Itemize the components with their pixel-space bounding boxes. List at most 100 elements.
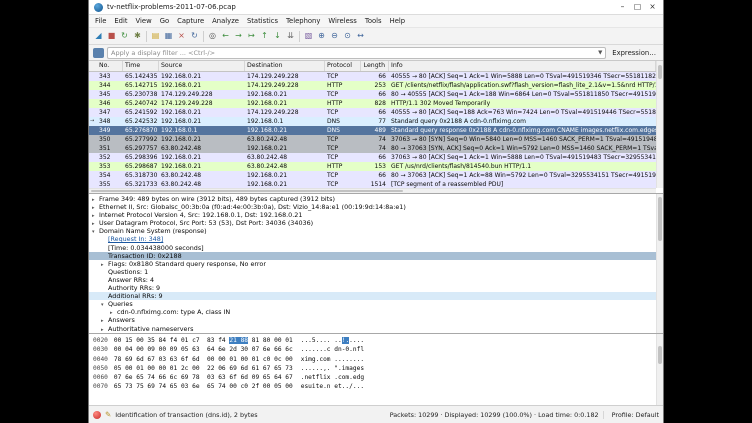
close-file-icon[interactable]: × [175, 28, 188, 44]
column-header-source[interactable]: Source [159, 61, 245, 71]
detail-text: Additional RRs: 9 [108, 292, 163, 300]
zoom-original-icon[interactable]: ⊙ [341, 28, 354, 44]
detail-line[interactable]: Questions: 1 [89, 268, 656, 276]
collapse-icon[interactable]: ▾ [92, 228, 99, 236]
detail-line[interactable]: ▸Answers [89, 316, 656, 324]
open-file-icon[interactable]: ▤ [149, 28, 162, 44]
find-packet-icon[interactable]: ◎ [206, 28, 219, 44]
detail-line[interactable]: Authority RRs: 9 [89, 284, 656, 292]
expert-info-icon[interactable] [93, 411, 101, 419]
detail-text: Questions: 1 [108, 268, 148, 276]
packet-row-354[interactable]: 35465.31873063.80.242.48192.168.0.21TCP6… [89, 171, 656, 180]
detail-line[interactable]: Answer RRs: 4 [89, 276, 656, 284]
menu-help[interactable]: Help [386, 17, 410, 25]
expression-button[interactable]: Expression… [609, 49, 659, 57]
detail-line[interactable]: ▸cdn-0.nflximg.com: type A, class IN [89, 308, 656, 316]
menu-wireless[interactable]: Wireless [324, 17, 360, 25]
column-header-destination[interactable]: Destination [245, 61, 325, 71]
colorize-icon[interactable]: ▧ [302, 28, 315, 44]
save-file-icon[interactable]: ▦ [162, 28, 175, 44]
minimize-button[interactable]: – [615, 0, 630, 14]
menu-tools[interactable]: Tools [361, 17, 386, 25]
go-forward-icon[interactable]: → [232, 28, 245, 44]
zoom-in-icon[interactable]: ⊕ [315, 28, 328, 44]
maximize-button[interactable]: □ [630, 0, 645, 14]
packet-list-vertical-scrollbar[interactable] [656, 61, 663, 188]
menu-file[interactable]: File [91, 17, 110, 25]
bytes-vertical-scrollbar[interactable] [656, 334, 663, 405]
column-header-no[interactable]: No. [97, 61, 123, 71]
packet-row-355[interactable]: 35565.32173363.80.242.48192.168.0.21TCP1… [89, 180, 656, 188]
reload-file-icon[interactable]: ↻ [188, 28, 201, 44]
hex-row[interactable]: 007065 73 75 69 74 65 03 6e 65 74 00 c0 … [89, 382, 656, 391]
menu-capture[interactable]: Capture [173, 17, 208, 25]
status-profile[interactable]: Profile: Default [603, 411, 659, 419]
detail-line[interactable]: ▸Internet Protocol Version 4, Src: 192.1… [89, 211, 656, 219]
detail-line[interactable]: ▸Flags: 0x8180 Standard query response, … [89, 260, 656, 268]
capture-options-icon[interactable]: ✱ [131, 28, 144, 44]
packet-row-343[interactable]: 34365.142435192.168.0.21174.129.249.228T… [89, 72, 656, 81]
zoom-out-icon[interactable]: ⊖ [328, 28, 341, 44]
detail-line[interactable]: ▸Frame 349: 489 bytes on wire (3912 bits… [89, 195, 656, 203]
detail-line[interactable]: [Time: 0.034438000 seconds] [89, 244, 656, 252]
detail-line[interactable]: ▸User Datagram Protocol, Src Port: 53 (5… [89, 219, 656, 227]
detail-line[interactable]: Additional RRs: 9 [89, 292, 656, 300]
column-header-protocol[interactable]: Protocol [325, 61, 361, 71]
hex-offset: 0070 [89, 383, 108, 390]
column-header-info[interactable]: Info [389, 61, 656, 71]
restart-capture-icon[interactable]: ↻ [118, 28, 131, 44]
hex-row[interactable]: 003000 04 00 09 00 09 05 63 64 6e 2d 30 … [89, 345, 656, 354]
detail-line[interactable]: ▾Domain Name System (response) [89, 227, 656, 235]
menu-view[interactable]: View [132, 17, 156, 25]
filter-bookmark-icon[interactable] [93, 48, 104, 58]
packet-row-349[interactable]: 34965.276870192.168.0.1192.168.0.21DNS48… [89, 126, 656, 135]
menu-analyze[interactable]: Analyze [208, 17, 243, 25]
detail-line[interactable]: [Request In: 348] [89, 235, 656, 243]
packet-row-348[interactable]: →34865.242532192.168.0.21192.168.0.1DNS7… [89, 117, 656, 126]
go-to-packet-icon[interactable]: ↦ [245, 28, 258, 44]
packet-row-346[interactable]: 34665.240742174.129.249.228192.168.0.21H… [89, 99, 656, 108]
detail-line[interactable]: ▸Authoritative nameservers [89, 325, 656, 333]
scrollbar-thumb[interactable] [658, 65, 662, 79]
hex-offset: 0030 [89, 346, 108, 353]
resize-columns-icon[interactable]: ↔ [354, 28, 367, 44]
go-back-icon[interactable]: ← [219, 28, 232, 44]
detail-line[interactable]: ▾Queries [89, 300, 656, 308]
display-filter-input[interactable]: Apply a display filter ... <Ctrl-/> ▼ [107, 47, 606, 59]
close-button[interactable]: × [645, 0, 660, 14]
menu-telephony[interactable]: Telephony [282, 17, 324, 25]
column-header-length[interactable]: Length [361, 61, 389, 71]
column-header-time[interactable]: Time [123, 61, 159, 71]
capture-comment-icon[interactable]: ✎ [105, 410, 111, 419]
hex-row[interactable]: 006007 6e 65 74 66 6c 69 78 03 63 6f 6d … [89, 373, 656, 382]
menu-edit[interactable]: Edit [110, 17, 131, 25]
packet-row-350[interactable]: 35065.277992192.168.0.2163.80.242.48TCP7… [89, 135, 656, 144]
expand-icon[interactable]: ▸ [101, 326, 108, 334]
start-capture-icon[interactable]: ◢ [92, 28, 105, 44]
scrollbar-thumb[interactable] [658, 346, 662, 364]
scrollbar-thumb[interactable] [658, 197, 662, 241]
detail-line[interactable]: ▸Ethernet II, Src: Globalsc_00:3b:0a (f0… [89, 203, 656, 211]
packet-row-347[interactable]: 34765.241592192.168.0.21174.129.249.228T… [89, 108, 656, 117]
auto-scroll-icon[interactable]: ⇊ [284, 28, 297, 44]
hex-row[interactable]: 004078 69 6d 67 03 63 6f 6d 00 00 01 00 … [89, 355, 656, 364]
packet-row-345[interactable]: 34565.230738174.129.249.228192.168.0.21T… [89, 90, 656, 99]
go-last-packet-icon[interactable]: ↓ [271, 28, 284, 44]
details-vertical-scrollbar[interactable] [656, 194, 663, 333]
packet-row-344[interactable]: 34465.142715192.168.0.21174.129.249.228H… [89, 81, 656, 90]
detail-line[interactable]: Transaction ID: 0x2188 [89, 252, 656, 260]
packet-row-351[interactable]: 35165.29775763.80.242.48192.168.0.21TCP7… [89, 144, 656, 153]
stop-capture-icon[interactable]: ■ [105, 28, 118, 44]
menu-statistics[interactable]: Statistics [243, 17, 282, 25]
scrollbar-thumb[interactable] [91, 190, 403, 192]
packet-row-353[interactable]: 35365.298687192.168.0.2163.80.242.48HTTP… [89, 162, 656, 171]
packet-list-horizontal-scrollbar[interactable] [89, 188, 656, 193]
status-packet-counts: Packets: 10299 · Displayed: 10299 (100.0… [390, 411, 599, 419]
packet-row-352[interactable]: 35265.298396192.168.0.2163.80.242.48TCP6… [89, 153, 656, 162]
go-first-packet-icon[interactable]: ↑ [258, 28, 271, 44]
hex-row[interactable]: 005005 00 01 00 00 01 2c 00 22 06 69 6d … [89, 364, 656, 373]
collapse-icon[interactable]: ▾ [101, 301, 108, 309]
hex-row[interactable]: 002000 15 00 35 84 f4 01 c7 83 f4 21 88 … [89, 336, 656, 345]
menu-go[interactable]: Go [156, 17, 173, 25]
filter-dropdown-icon[interactable]: ▼ [598, 50, 602, 56]
